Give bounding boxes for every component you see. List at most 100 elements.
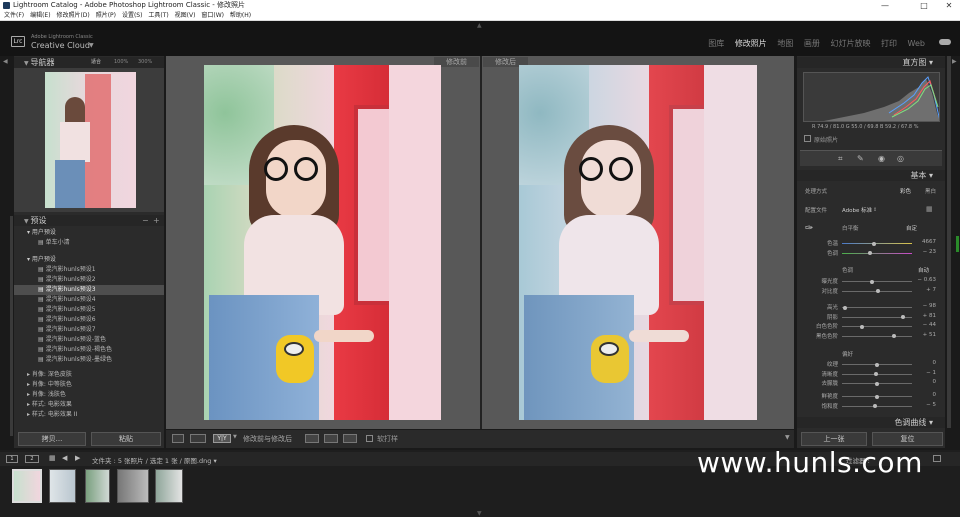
zoom-300[interactable]: 300% [138,57,152,68]
toolbar-menu-icon[interactable]: ▼ [785,434,790,441]
filmstrip-thumb[interactable] [85,469,110,503]
collapse-top-icon[interactable]: ▲ [477,22,482,29]
menu-photo[interactable]: 照片(P) [96,11,116,21]
slider-track[interactable] [842,279,912,284]
basic-header[interactable]: 基本 ▾ [797,170,945,181]
profile-dropdown[interactable]: Adobe 标准 [842,206,872,214]
previous-button[interactable]: 上一张 [801,432,867,446]
loupe-view-icon[interactable] [172,434,184,443]
collapse-right-icon[interactable]: ▶ [952,58,957,65]
add-preset-icon[interactable]: + [153,215,160,226]
grid-view-icon[interactable]: ▦ [49,454,56,462]
slider-value[interactable]: − 0.63 [906,277,936,283]
chevron-down-icon[interactable]: ⇕ [873,207,877,213]
radial-filter-icon[interactable]: ◎ [897,154,904,163]
after-photo[interactable] [519,65,757,420]
preset-group[interactable]: ▸ 肖像: 浅肤色 [14,390,164,400]
preset-item[interactable]: ▤ 混汽影hunls预设2 [14,275,164,285]
collapse-bottom-icon[interactable]: ▼ [477,510,482,517]
preset-group[interactable]: ▾ 用户预设 [14,228,164,238]
module-slideshow[interactable]: 幻灯片放映 [830,39,870,48]
copy-before-to-after-icon[interactable] [305,434,319,443]
module-print[interactable]: 打印 [881,39,897,48]
before-photo[interactable] [204,65,441,420]
module-web[interactable]: Web [908,39,925,48]
menu-help[interactable]: 帮助(H) [230,11,251,21]
slider-value[interactable]: − 1 [906,370,936,376]
tonecurve-header[interactable]: 色调曲线 ▾ [797,417,945,428]
navigator-header[interactable]: ▼ 导航器 适合 100% 300% [14,57,164,68]
before-after-yy-button[interactable]: Y|Y [213,434,231,443]
preset-item[interactable]: ▤ 混汽影hunls预设-蓝色 [14,335,164,345]
menu-file[interactable]: 文件(F) [4,11,24,21]
filter-lock-icon[interactable] [933,455,941,462]
slider-value[interactable]: + 51 [906,332,936,338]
preset-group[interactable]: ▸ 样式: 电影效果 [14,400,164,410]
zoom-fit[interactable]: 适合 [91,57,101,68]
filmstrip-thumb-selected[interactable] [12,469,42,503]
preset-item[interactable]: ▤ 混汽影hunls预设-墨绿色 [14,355,164,365]
slider-track[interactable] [842,362,912,367]
menu-window[interactable]: 窗口(W) [201,11,224,21]
slider-value[interactable]: + 7 [906,287,936,293]
original-photo-checkbox[interactable] [804,135,811,142]
nav-back-icon[interactable]: ◀ [62,454,67,462]
slider-value[interactable]: − 98 [906,303,936,309]
preset-item[interactable]: ▤ 混汽影hunls预设5 [14,305,164,315]
filmstrip-info[interactable]: 文件夹 : 5 张照片 / 选定 1 张 / 原图.dng ▾ [92,455,217,465]
menu-tools[interactable]: 工具(T) [148,11,168,21]
filmstrip-thumb[interactable] [49,469,76,503]
menu-settings[interactable]: 设置(S) [122,11,143,21]
module-library[interactable]: 图库 [708,39,724,48]
monitor-1-icon[interactable]: 1 [6,455,18,463]
slider-track[interactable] [842,315,912,320]
wb-dropdown[interactable]: 自定 [906,224,917,232]
slider-value[interactable]: 0 [906,360,937,366]
slider-value[interactable]: 4667 [906,239,936,245]
slider-value[interactable]: − 5 [906,402,936,408]
brand-line2[interactable]: Creative Cloud [31,41,90,50]
preset-item[interactable]: ▤ 混汽影hunls预设1 [14,265,164,275]
slider-value[interactable]: + 81 [906,313,936,319]
preset-item[interactable]: ▤ 混汽影hunls预设4 [14,295,164,305]
preset-group[interactable]: ▾ 用户预设 [14,255,164,265]
presets-header[interactable]: ▼ 预设 − + [14,215,164,226]
slider-knob[interactable] [891,334,896,339]
slider-knob[interactable] [875,381,879,386]
preset-item-selected[interactable]: ▤ 混汽影hunls预设3 [14,285,164,295]
copy-button[interactable]: 拷贝... [18,432,86,446]
monitor-2-icon[interactable]: 2 [25,455,39,463]
minimize-button[interactable]: — [872,0,898,11]
collapse-left-icon[interactable]: ◀ [3,58,8,65]
left-scrollbar[interactable] [10,216,13,436]
slider-value[interactable]: − 23 [906,249,936,255]
spot-removal-icon[interactable]: ✎ [857,154,864,163]
paste-button[interactable]: 粘贴 [91,432,161,446]
preset-item[interactable]: ▤ 混汽影hunls预设7 [14,325,164,335]
slider-knob[interactable] [875,362,879,367]
wb-eyedropper-icon[interactable]: ✑ [805,223,813,234]
process-bw-button[interactable]: 黑白 [925,187,936,195]
menu-develop[interactable]: 修改照片(D) [56,11,89,21]
profile-browser-icon[interactable]: ▦ [926,205,933,213]
slider-track[interactable] [842,372,912,377]
process-color-button[interactable]: 彩色 [900,187,911,195]
remove-preset-icon[interactable]: − [142,215,149,226]
right-scrollbar[interactable] [947,56,951,428]
module-map[interactable]: 地图 [777,39,793,48]
compare-view-icon[interactable] [190,434,206,443]
preset-item[interactable]: ▤ 混汽影hunls预设-褐色色 [14,345,164,355]
menu-edit[interactable]: 编辑(E) [30,11,50,21]
filmstrip-thumb[interactable] [117,469,149,503]
filmstrip-thumb[interactable] [155,469,183,503]
slider-track[interactable] [842,305,912,310]
chevron-down-icon[interactable]: ▼ [233,434,237,440]
slider-track[interactable] [842,241,912,246]
slider-track[interactable] [842,381,912,386]
slider-knob[interactable] [875,394,879,399]
copy-after-to-before-icon[interactable] [324,434,338,443]
slider-value[interactable]: 0 [906,392,937,398]
cloud-icon[interactable] [939,39,951,45]
preset-group[interactable]: ▸ 样式: 电影效果 II [14,410,164,420]
histogram-graph[interactable] [803,72,940,122]
